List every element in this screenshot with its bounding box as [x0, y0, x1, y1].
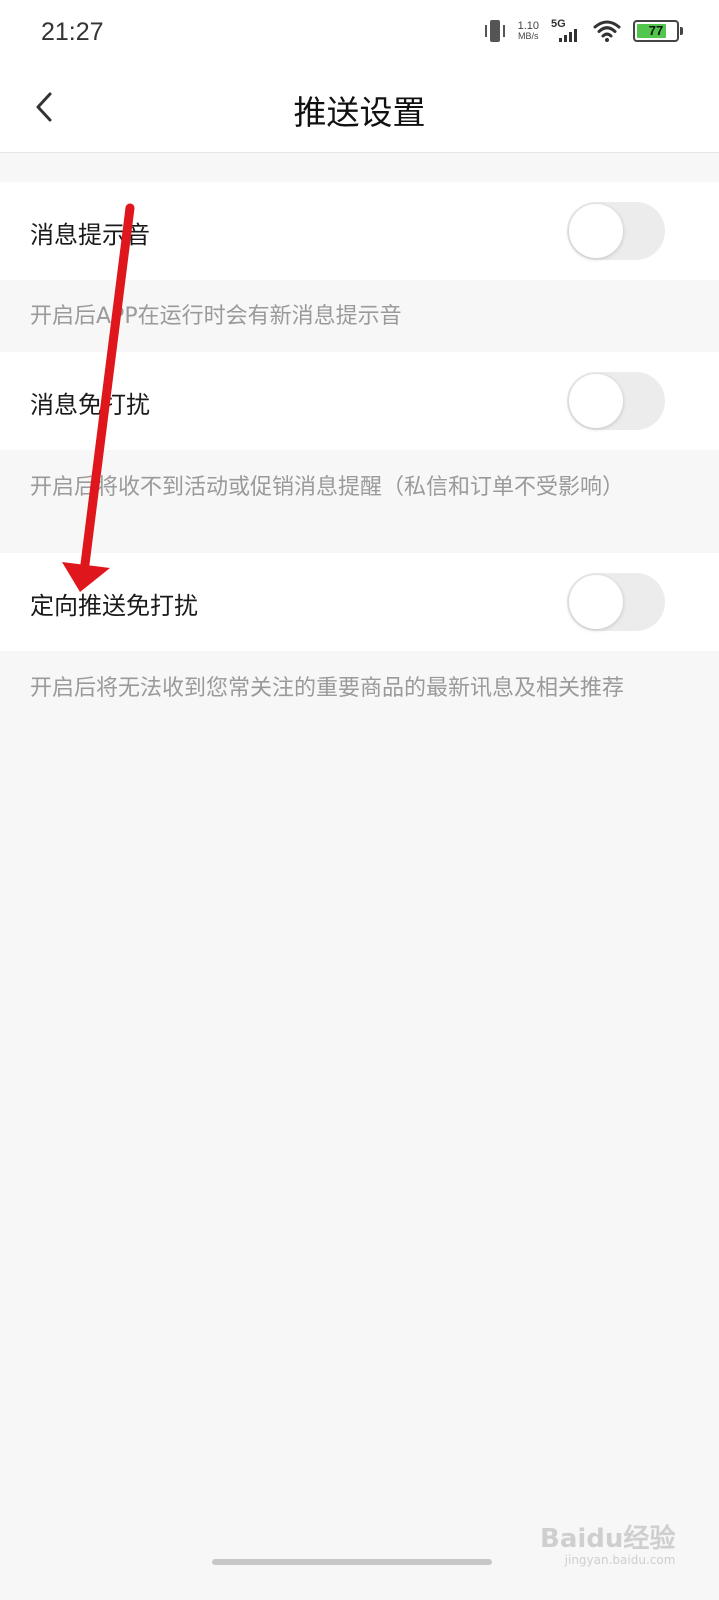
- wifi-icon: [593, 20, 621, 42]
- battery-level: 77: [648, 23, 664, 38]
- message-sound-toggle[interactable]: [567, 202, 665, 260]
- setting-description: 开启后APP在运行时会有新消息提示音: [30, 304, 402, 329]
- status-bar: 21:27 1.10 MB/s 5G 77: [0, 0, 719, 64]
- setting-description: 开启后将收不到活动或促销消息提醒（私信和订单不受影响）: [30, 475, 625, 500]
- do-not-disturb-toggle[interactable]: [567, 372, 665, 430]
- setting-row-message-sound: 消息提示音: [0, 182, 719, 280]
- home-indicator[interactable]: [212, 1559, 492, 1565]
- network-speed: 1.10 MB/s: [517, 20, 539, 42]
- setting-row-do-not-disturb: 消息免打扰: [0, 352, 719, 450]
- setting-label: 消息免打扰: [30, 391, 150, 419]
- navigation-bar: 推送设置: [0, 64, 719, 153]
- watermark-logo: Baidu经验 jingyan.baidu.com: [540, 1518, 675, 1567]
- battery-icon: 77: [633, 20, 683, 42]
- toggle-knob: [569, 374, 623, 428]
- network-speed-value: 1.10: [517, 20, 539, 32]
- cellular-signal-icon: 5G: [551, 18, 581, 44]
- setting-description: 开启后将无法收到您常关注的重要商品的最新讯息及相关推荐: [30, 676, 625, 701]
- status-icons: 1.10 MB/s 5G 77: [484, 16, 683, 46]
- setting-label: 消息提示音: [30, 221, 150, 249]
- vibrate-icon: [484, 18, 506, 44]
- page-title: 推送设置: [293, 93, 426, 132]
- toggle-knob: [569, 575, 623, 629]
- setting-label: 定向推送免打扰: [30, 592, 198, 620]
- setting-row-targeted-push-dnd: 定向推送免打扰: [0, 553, 719, 651]
- targeted-push-dnd-toggle[interactable]: [567, 573, 665, 631]
- toggle-knob: [569, 204, 623, 258]
- network-speed-unit: MB/s: [518, 31, 539, 41]
- status-time: 21:27: [41, 18, 104, 46]
- watermark-text: Baidu经验: [540, 1524, 676, 1554]
- watermark-subtext: jingyan.baidu.com: [564, 1553, 676, 1567]
